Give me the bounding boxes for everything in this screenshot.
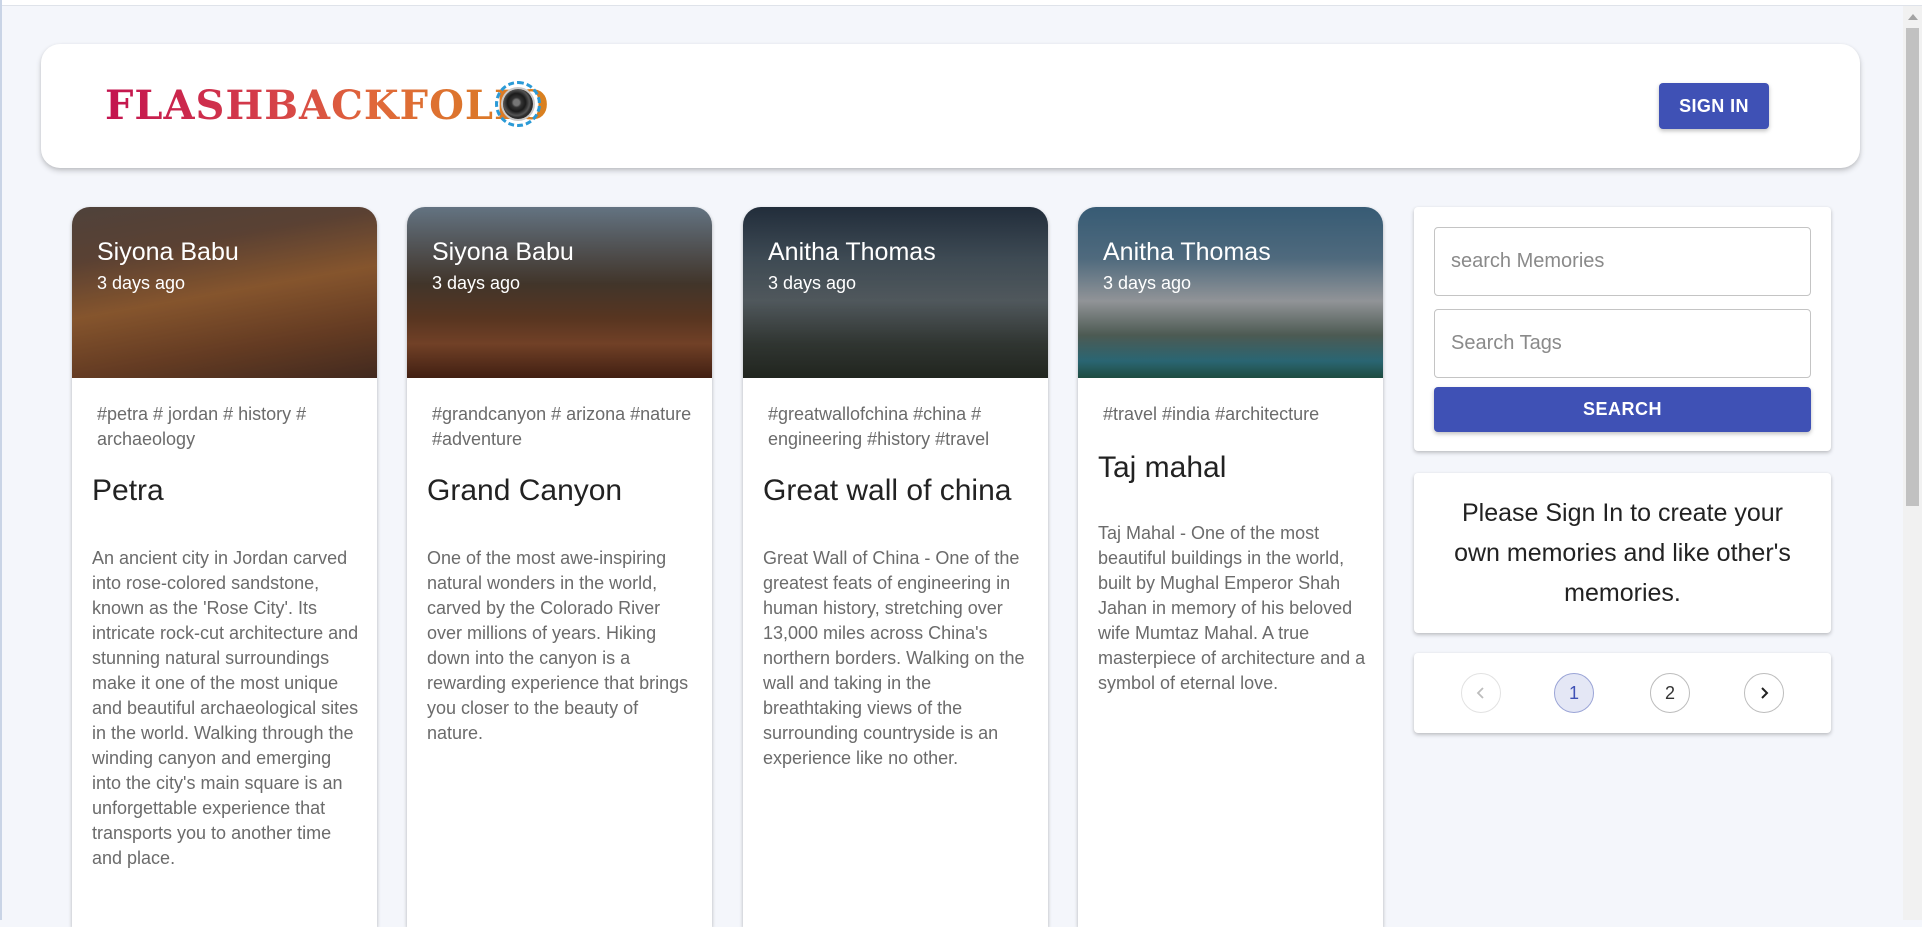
card-tags: #travel #india #architecture bbox=[1103, 404, 1320, 424]
card-timestamp: 3 days ago bbox=[768, 273, 857, 293]
card-author: Anitha Thomas bbox=[1103, 238, 1271, 266]
card-author: Siyona Babu bbox=[432, 238, 574, 266]
card-tags: #petra # jordan # history # archaeology bbox=[97, 404, 307, 449]
chevron-right-icon[interactable] bbox=[1744, 673, 1784, 713]
scroll-up-icon[interactable] bbox=[1908, 14, 1918, 20]
search-memories-input[interactable] bbox=[1434, 227, 1811, 296]
sign-in-notice: Please Sign In to create your own memori… bbox=[1414, 473, 1831, 633]
camera-lens-icon bbox=[495, 81, 541, 127]
card-tags: #greatwallofchina #china # engineering #… bbox=[768, 404, 990, 449]
memory-card: Anitha Thomas 3 days ago #travel #india … bbox=[1078, 207, 1383, 927]
card-title: Taj mahal bbox=[1098, 451, 1227, 484]
card-title: Great wall of china bbox=[763, 474, 1012, 507]
memory-card: Anitha Thomas 3 days ago #greatwallofchi… bbox=[743, 207, 1048, 927]
card-timestamp: 3 days ago bbox=[1103, 273, 1192, 293]
card-photo: Anitha Thomas 3 days ago bbox=[743, 207, 1048, 378]
search-tags-input[interactable] bbox=[1434, 309, 1811, 378]
card-title: Petra bbox=[92, 474, 164, 507]
card-photo: Siyona Babu 3 days ago bbox=[407, 207, 712, 378]
card-photo: Siyona Babu 3 days ago bbox=[72, 207, 377, 378]
app-bar: FLASHBACKFOLIO SIGN IN bbox=[41, 44, 1860, 168]
search-panel: SEARCH bbox=[1414, 207, 1831, 451]
card-description: Great Wall of China - One of the greates… bbox=[763, 548, 1025, 768]
search-button[interactable]: SEARCH bbox=[1434, 387, 1811, 432]
page-button-1[interactable]: 1 bbox=[1554, 673, 1594, 713]
memory-card: Siyona Babu 3 days ago #petra # jordan #… bbox=[72, 207, 377, 927]
card-author: Siyona Babu bbox=[97, 238, 239, 266]
card-photo: Anitha Thomas 3 days ago bbox=[1078, 207, 1383, 378]
chevron-left-icon[interactable] bbox=[1461, 673, 1501, 713]
sign-in-button[interactable]: SIGN IN bbox=[1659, 83, 1769, 129]
card-description: One of the most awe-inspiring natural wo… bbox=[427, 548, 689, 743]
window-top-border bbox=[0, 0, 1922, 6]
pagination: 1 2 bbox=[1414, 653, 1831, 733]
card-description: Taj Mahal - One of the most beautiful bu… bbox=[1098, 523, 1366, 693]
sign-in-message: Please Sign In to create your own memori… bbox=[1454, 499, 1791, 607]
memory-card: Siyona Babu 3 days ago #grandcanyon # ar… bbox=[407, 207, 712, 927]
page-button-2[interactable]: 2 bbox=[1650, 673, 1690, 713]
card-title: Grand Canyon bbox=[427, 474, 623, 507]
card-timestamp: 3 days ago bbox=[97, 273, 186, 293]
vertical-scrollbar[interactable] bbox=[1903, 6, 1922, 920]
card-description: An ancient city in Jordan carved into ro… bbox=[92, 548, 359, 868]
brand-title[interactable]: FLASHBACKFOLIO bbox=[105, 82, 550, 129]
scrollbar-thumb[interactable] bbox=[1906, 28, 1919, 506]
card-timestamp: 3 days ago bbox=[432, 273, 521, 293]
window-left-border bbox=[0, 0, 2, 920]
card-tags: #grandcanyon # arizona #nature #adventur… bbox=[432, 404, 692, 449]
card-author: Anitha Thomas bbox=[768, 238, 936, 266]
